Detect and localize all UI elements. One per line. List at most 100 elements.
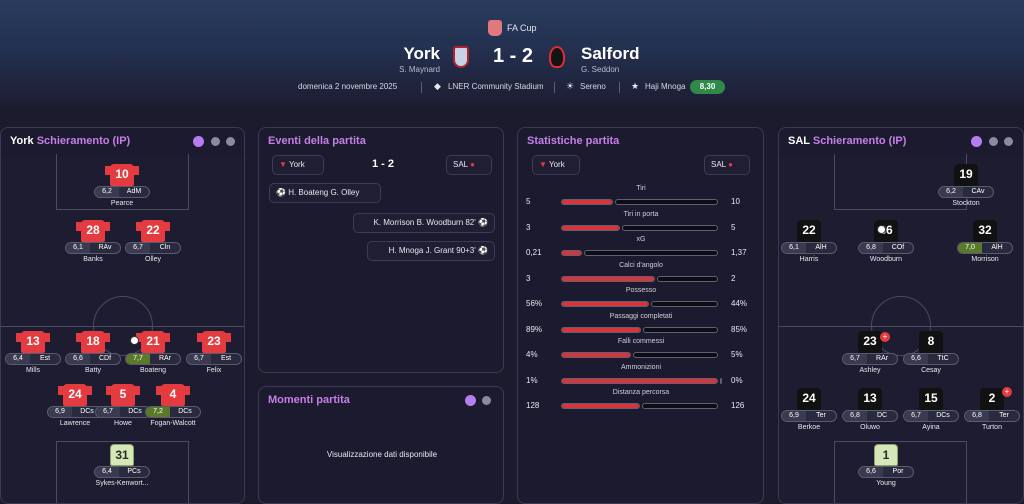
page-dot-2[interactable] (989, 137, 998, 146)
home-team-name[interactable]: York (403, 44, 440, 64)
stat-away-value: 1,37 (731, 248, 747, 257)
player-position: Est (39, 355, 51, 362)
player-position: Por (892, 468, 904, 475)
page-dot-1[interactable] (971, 136, 982, 147)
player-position: DCs (936, 412, 950, 419)
player-position: RAv (98, 244, 112, 251)
shirt-number: 23 (858, 331, 882, 353)
stat-home-value: 3 (526, 273, 531, 283)
stat-home-value: 3 (526, 222, 531, 232)
home-lineup-title: York Schieramento (IP) (10, 135, 130, 147)
stat-bar-home-fill (562, 327, 640, 332)
substitution-icon: + (1002, 387, 1012, 397)
away-manager[interactable]: G. Seddon (581, 65, 619, 74)
player-position: CDf (98, 355, 112, 362)
events-home-team[interactable]: ▼ York (272, 155, 324, 175)
event-text: K. Morrison B. Woodburn 82' (373, 218, 476, 227)
stat-away-value: 2 (731, 273, 736, 283)
player-rating: 6,6 (66, 354, 90, 364)
player-rating: 6,7 (843, 354, 867, 364)
stat-bar-home (561, 352, 631, 358)
page-dot-1[interactable] (193, 136, 204, 147)
player-position: Ter (999, 412, 1009, 419)
home-crest-icon (453, 46, 469, 68)
events-away-team[interactable]: SAL ● (446, 155, 492, 175)
shirt-number: 5 (106, 384, 140, 406)
stat-label: xG (636, 236, 646, 243)
shirt-number: 32 (973, 220, 997, 242)
player-position: RAr (875, 355, 889, 362)
stat-bar-home (561, 275, 655, 282)
stats-home-team[interactable]: ▼ York (532, 155, 580, 175)
away-lineup-title: SAL Schieramento (IP) (788, 135, 906, 147)
stat-home-value: 128 (526, 401, 540, 410)
player-rating-pill: 6,2 CAv (938, 186, 994, 198)
stat-away-value: 85% (731, 324, 748, 334)
player-name: Harris (799, 256, 819, 263)
player-name: Young (876, 480, 896, 487)
player-rating-pill: 7,7 RAr (125, 353, 181, 365)
shirt-number: 31 (110, 444, 134, 466)
player-position: RAr (158, 355, 172, 362)
player-position: TtC (937, 355, 949, 362)
player-rating: 6,7 (126, 243, 150, 253)
motm-rating-badge: 8,30 (690, 80, 725, 94)
stadium-icon: ◆ (434, 81, 441, 91)
stats-away-team[interactable]: SAL ● (704, 155, 750, 175)
page-dot-2[interactable] (211, 137, 220, 146)
stat-away-value: 10 (731, 197, 740, 206)
home-lineup-label: Schieramento (IP) (36, 135, 131, 147)
stat-bar-away (584, 250, 718, 256)
page-dot-1[interactable] (465, 395, 476, 406)
shirt-number: 15 (919, 388, 943, 410)
home-lineup-panel: York Schieramento (IP) 10 6,2 AdM Pearce 28 6… (0, 127, 245, 504)
home-manager[interactable]: S. Maynard (399, 65, 440, 74)
away-crest-icon: ● (470, 160, 475, 169)
player-rating-pill: 6,7 RAr (842, 353, 898, 365)
player-rating: 6,9 (48, 407, 72, 417)
event-goal-away[interactable]: K. Morrison B. Woodburn 82' ⚽ (353, 213, 495, 233)
event-goal-away[interactable]: H. Mnoga J. Grant 90+3' ⚽ (367, 241, 495, 261)
player-position: Est (220, 355, 232, 362)
shirt-number: 22 (797, 220, 821, 242)
goal-icon: ⚽ (276, 188, 286, 197)
player-rating: 7,7 (126, 354, 150, 364)
moments-title: Momenti partita (268, 394, 350, 406)
shirt-number: 21 (136, 331, 170, 353)
player-rating-pill: 6,1 RAv (65, 242, 121, 254)
player-rating: 6,7 (904, 411, 928, 421)
away-lineup-panel: SAL Schieramento (IP) 19 6,2 CAv Stockton 22… (778, 127, 1024, 504)
events-title: Eventi della partita (268, 135, 366, 147)
player-of-match[interactable]: Haji Mnoga (645, 82, 685, 91)
player-name: Felix (206, 367, 222, 374)
events-panel: Eventi della partita ▼ York 1 - 2 SAL ● … (258, 127, 504, 373)
player-rating: 6,9 (782, 411, 806, 421)
player-rating: 6,8 (965, 411, 989, 421)
stat-bar-away (643, 326, 718, 333)
match-date: domenica 2 novembre 2025 (298, 82, 398, 91)
shirt-number: 23 (197, 331, 231, 353)
player-rating-pill: 6,8 DC (842, 410, 898, 422)
player-position: CAv (971, 188, 985, 195)
player-rating: 6,7 (187, 354, 211, 364)
page-dot-3[interactable] (1004, 137, 1013, 146)
stat-bar-home-fill (562, 302, 648, 306)
stat-away-value: 0% (731, 375, 743, 385)
stat-bar-home (561, 224, 620, 231)
away-team-name[interactable]: Salford (581, 44, 640, 64)
stats-title: Statistiche partita (527, 135, 620, 147)
away-lineup-team: SAL (788, 135, 810, 147)
page-dot-2[interactable] (482, 396, 491, 405)
stats-away-label: SAL (711, 160, 726, 169)
page-dot-3[interactable] (226, 137, 235, 146)
player-rating: 6,1 (782, 243, 806, 253)
event-goal-home[interactable]: ⚽ H. Boateng G. Olley (269, 183, 381, 203)
shirt-number: 22 (136, 220, 170, 242)
player-name: Sykes-Kenwort... (95, 480, 149, 487)
stadium-name[interactable]: LNER Community Stadium (448, 82, 544, 91)
stat-home-value: 5 (526, 197, 531, 206)
player-rating-pill: 6,8 COf (858, 242, 914, 254)
stat-away-value: 5% (731, 350, 743, 359)
player-rating-pill: 6,7 DCs (903, 410, 959, 422)
player-rating-pill: 6,7 Est (186, 353, 242, 365)
